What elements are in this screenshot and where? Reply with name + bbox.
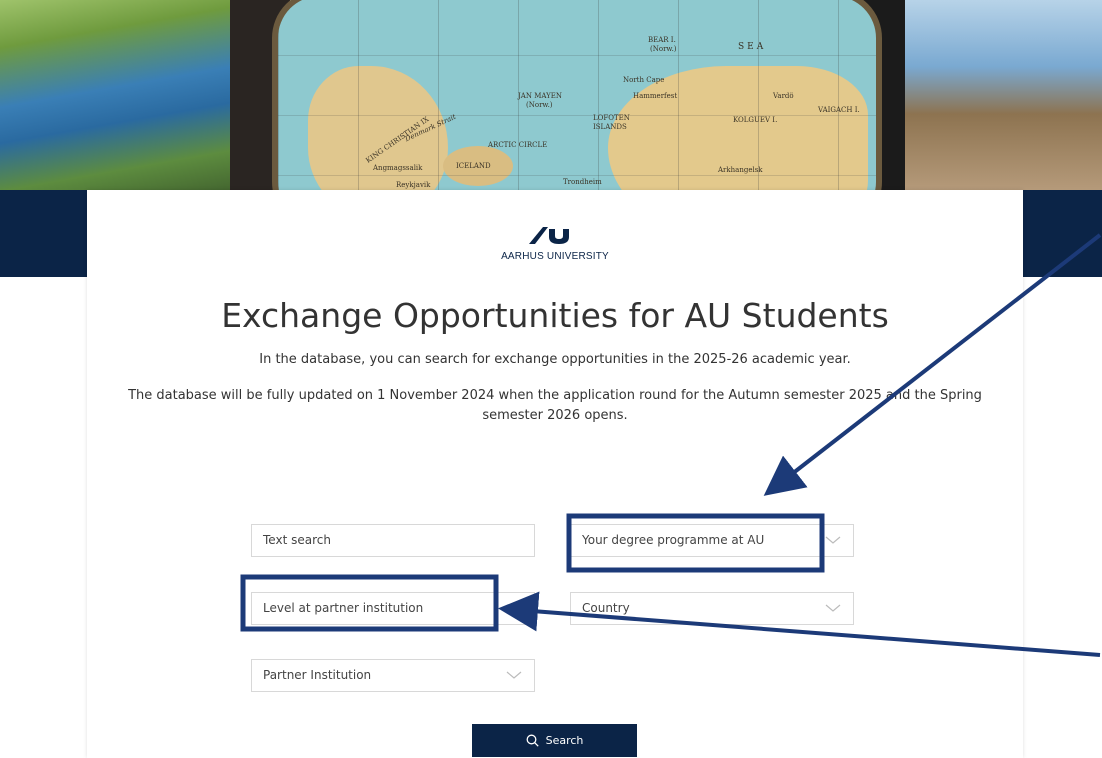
chevron-down-icon [506,671,522,679]
map-label: ARCTIC CIRCLE [488,141,548,149]
country-value: Country [582,601,630,615]
map-label: Reykjavik [396,181,431,189]
map-label: Arkhangelsk [718,166,763,174]
map-label: Trondheim [563,178,602,186]
map-label: KOLGUEV I. [733,116,778,124]
country-select[interactable]: Country [570,592,854,625]
map-label: Hammerfest [633,92,678,100]
map-label: BEAR I. [648,36,676,44]
search-button[interactable]: Search [472,724,637,757]
map-suitcase-image: BEAR I. (Norw.) SEA JAN MAYEN (Norw.) No… [272,0,882,190]
update-note: The database will be fully updated on 1 … [128,388,982,423]
map-label: ICELAND [456,162,491,170]
search-icon [526,734,539,747]
map-label: ISLANDS [593,123,627,131]
logo-wordmark: AARHUS UNIVERSITY [501,251,609,262]
level-select[interactable]: Level at partner institution [251,592,535,625]
text-search-input[interactable]: Text search [251,524,535,557]
search-card: AARHUS UNIVERSITY Exchange Opportunities… [87,190,1023,758]
map-label: (Norw.) [650,45,677,53]
text-search-placeholder: Text search [263,533,331,547]
map-label: (Norw.) [526,101,553,109]
au-logo[interactable]: AARHUS UNIVERSITY [87,223,1023,262]
au-logo-icon [529,227,569,244]
map-label: SEA [738,42,767,52]
level-value: Level at partner institution [263,601,424,615]
map-label: Vardö [773,92,794,100]
partner-institution-select[interactable]: Partner Institution [251,659,535,692]
page-title: Exchange Opportunities for AU Students [221,296,889,335]
degree-programme-value: Your degree programme at AU [582,533,765,547]
partner-institution-value: Partner Institution [263,668,372,682]
map-label: North Cape [623,76,665,84]
hero-landscape-right [902,0,1102,190]
map-label: Angmagssalik [373,164,423,172]
search-button-label: Search [545,734,584,747]
map-label: VAIGACH I. [818,106,860,114]
degree-programme-select[interactable]: Your degree programme at AU [570,524,854,557]
map-label: LOFOTEN [593,114,630,122]
map-label: JAN MAYEN [518,92,563,100]
chevron-down-icon [506,604,522,612]
chevron-down-icon [825,536,841,544]
hero-banner: BEAR I. (Norw.) SEA JAN MAYEN (Norw.) No… [0,0,1102,190]
chevron-down-icon [825,604,841,612]
intro-text: In the database, you can search for exch… [259,352,851,367]
